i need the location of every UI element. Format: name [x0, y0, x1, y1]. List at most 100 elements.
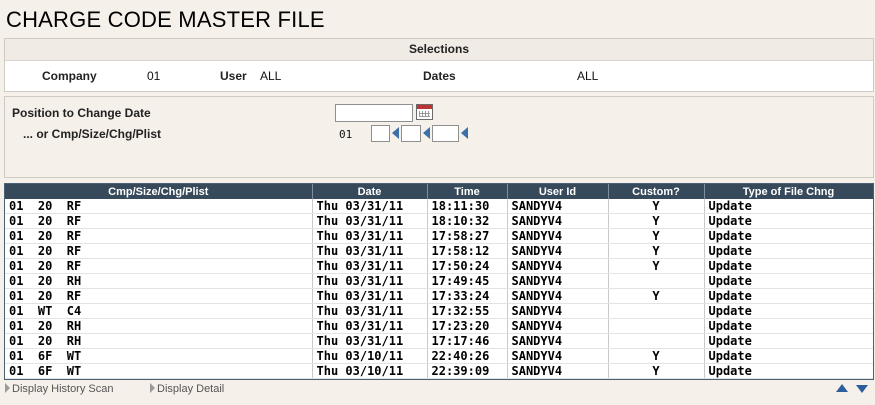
cmp-cell: 01 20 RF: [5, 199, 313, 214]
date-cell: Thu 03/10/11: [312, 363, 428, 379]
cmp-cell: 01 20 RF: [5, 243, 313, 259]
date-cell: Thu 03/31/11: [312, 273, 428, 289]
cmp-cell: 01 WT C4: [5, 303, 313, 319]
type-cell: Update: [704, 213, 873, 229]
table-row[interactable]: 01 20 RH Thu 03/31/11 17:17:46 SANDYV4 Updat…: [5, 333, 873, 349]
size-input[interactable]: [371, 125, 390, 142]
user-cell: SANDYV4: [507, 273, 609, 289]
time-cell: 17:58:12: [427, 243, 508, 259]
table-row[interactable]: 01 20 RF Thu 03/31/11 18:11:30 SANDYV4 Y Upda…: [5, 199, 873, 214]
display-detail-link[interactable]: Display Detail: [150, 383, 224, 395]
user-cell: SANDYV4: [507, 303, 609, 319]
type-cell: Update: [704, 348, 873, 364]
page-down-icon[interactable]: [856, 385, 868, 393]
table-row[interactable]: 01 6F WT Thu 03/10/11 22:40:26 SANDYV4 Y Upda…: [5, 348, 873, 364]
change-date-label: Position to Change Date: [12, 106, 151, 120]
page-title: CHARGE CODE MASTER FILE: [6, 7, 325, 32]
table-row[interactable]: 01 20 RH Thu 03/31/11 17:49:45 SANDYV4 Updat…: [5, 273, 873, 289]
change-date-input[interactable]: [335, 104, 413, 122]
page-up-icon[interactable]: [836, 384, 848, 392]
table-row[interactable]: 01 20 RF Thu 03/31/11 17:58:27 SANDYV4 Y Upda…: [5, 228, 873, 244]
time-cell: 18:10:32: [427, 213, 508, 229]
calendar-icon[interactable]: [416, 104, 433, 120]
cmp-cell: 01 20 RH: [5, 318, 313, 334]
selections-panel: Selections Company 01 User ALL Dates ALL: [4, 38, 874, 92]
column-header[interactable]: Date: [312, 184, 428, 199]
type-cell: Update: [704, 258, 873, 274]
table-row[interactable]: 01 WT C4 Thu 03/31/11 17:32:55 SANDYV4 Updat…: [5, 303, 873, 319]
date-cell: Thu 03/31/11: [312, 243, 428, 259]
user-cell: SANDYV4: [507, 363, 609, 379]
time-cell: 22:39:09: [427, 363, 508, 379]
type-cell: Update: [704, 363, 873, 379]
time-cell: 17:32:55: [427, 303, 508, 319]
custom-cell: [608, 273, 705, 289]
cmp-cell: 01 20 RF: [5, 213, 313, 229]
user-value: ALL: [260, 69, 282, 83]
table-row[interactable]: 01 20 RH Thu 03/31/11 17:23:20 SANDYV4 Updat…: [5, 318, 873, 334]
time-cell: 17:58:27: [427, 228, 508, 244]
table-row[interactable]: 01 20 RF Thu 03/31/11 17:50:24 SANDYV4 Y Upda…: [5, 258, 873, 274]
date-cell: Thu 03/10/11: [312, 348, 428, 364]
table-row[interactable]: 01 6F WT Thu 03/10/11 22:39:09 SANDYV4 Y Upda…: [5, 363, 873, 379]
user-cell: SANDYV4: [507, 213, 609, 229]
custom-cell: [608, 318, 705, 334]
display-history-scan-link[interactable]: Display History Scan: [5, 383, 113, 395]
type-cell: Update: [704, 318, 873, 334]
plist-input[interactable]: [432, 125, 459, 142]
history-grid: Cmp/Size/Chg/Plist Date Time User Id Cus…: [4, 183, 874, 380]
cmp-cell: 01 20 RF: [5, 258, 313, 274]
column-header[interactable]: Cmp/Size/Chg/Plist: [5, 184, 313, 199]
date-cell: Thu 03/31/11: [312, 228, 428, 244]
custom-cell: Y: [608, 243, 705, 259]
custom-cell: Y: [608, 363, 705, 379]
custom-cell: Y: [608, 288, 705, 304]
date-cell: Thu 03/31/11: [312, 258, 428, 274]
user-label: User: [220, 69, 247, 83]
company-label: Company: [42, 69, 97, 83]
display-history-scan-label: Display History Scan: [12, 383, 114, 395]
custom-cell: Y: [608, 348, 705, 364]
user-cell: SANDYV4: [507, 228, 609, 244]
date-cell: Thu 03/31/11: [312, 288, 428, 304]
footer-bar: Display History Scan Display Detail: [0, 381, 875, 399]
cmp-cell: 01 6F WT: [5, 348, 313, 364]
arrow-right-icon: [150, 383, 155, 393]
left-arrow-icon: [392, 127, 399, 139]
custom-cell: Y: [608, 199, 705, 214]
history-table: Cmp/Size/Chg/Plist Date Time User Id Cus…: [5, 184, 873, 379]
table-row[interactable]: 01 20 RF Thu 03/31/11 17:58:12 SANDYV4 Y Upda…: [5, 243, 873, 259]
time-cell: 17:50:24: [427, 258, 508, 274]
date-cell: Thu 03/31/11: [312, 303, 428, 319]
time-cell: 17:33:24: [427, 288, 508, 304]
type-cell: Update: [704, 273, 873, 289]
column-header[interactable]: User Id: [507, 184, 609, 199]
position-panel: Position to Change Date ... or Cmp/Size/…: [4, 96, 874, 178]
type-cell: Update: [704, 303, 873, 319]
time-cell: 22:40:26: [427, 348, 508, 364]
type-cell: Update: [704, 228, 873, 244]
selections-header: Selections: [5, 39, 873, 61]
charge-input[interactable]: [401, 125, 421, 142]
user-cell: SANDYV4: [507, 199, 609, 214]
user-cell: SANDYV4: [507, 243, 609, 259]
cmp-value: 01: [339, 128, 353, 141]
time-cell: 17:49:45: [427, 273, 508, 289]
table-row[interactable]: 01 20 RF Thu 03/31/11 17:33:24 SANDYV4 Y Upda…: [5, 288, 873, 304]
custom-cell: Y: [608, 213, 705, 229]
cmp-cell: 01 20 RF: [5, 288, 313, 304]
type-cell: Update: [704, 333, 873, 349]
selections-row: Company 01 User ALL Dates ALL: [5, 61, 873, 91]
custom-cell: [608, 333, 705, 349]
column-header[interactable]: Type of File Chng: [704, 184, 873, 199]
column-header[interactable]: Time: [427, 184, 508, 199]
cmp-cell: 01 20 RF: [5, 228, 313, 244]
user-cell: SANDYV4: [507, 258, 609, 274]
column-header[interactable]: Custom?: [608, 184, 705, 199]
time-cell: 17:23:20: [427, 318, 508, 334]
table-row[interactable]: 01 20 RF Thu 03/31/11 18:10:32 SANDYV4 Y Upda…: [5, 213, 873, 229]
date-cell: Thu 03/31/11: [312, 333, 428, 349]
left-arrow-icon: [461, 127, 468, 139]
cmp-size-chg-plist-label: ... or Cmp/Size/Chg/Plist: [23, 127, 162, 141]
cmp-cell: 01 20 RH: [5, 273, 313, 289]
